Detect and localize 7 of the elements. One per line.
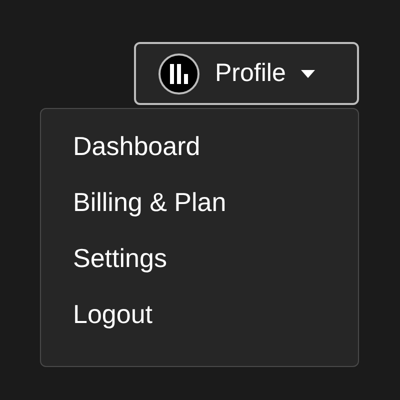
profile-button[interactable]: Profile bbox=[134, 42, 359, 105]
menu-item[interactable]: Billing & Plan bbox=[73, 183, 358, 239]
menu-item[interactable]: Settings bbox=[73, 239, 358, 295]
caret-icon bbox=[300, 70, 315, 78]
menu-item[interactable]: Logout bbox=[73, 295, 358, 351]
avatar-icon bbox=[158, 52, 200, 94]
menu-item[interactable]: Dashboard bbox=[73, 127, 358, 183]
